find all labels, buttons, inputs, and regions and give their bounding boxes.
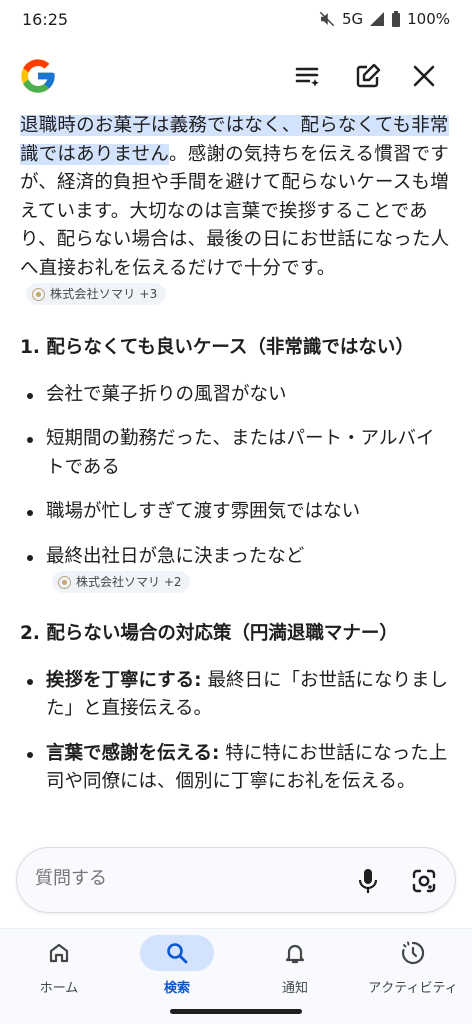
gesture-home-indicator[interactable] <box>170 1009 302 1014</box>
list-item-bold: 言葉で感謝を伝える: <box>46 742 220 764</box>
section1-title: 1. 配らなくても良いケース（非常識ではない） <box>20 337 414 358</box>
battery-label: 100% <box>407 10 450 28</box>
edit-icon <box>356 63 381 88</box>
microphone-icon <box>358 869 378 893</box>
status-icons: 5G 100% <box>318 10 450 28</box>
nav-pill <box>22 935 96 971</box>
network-label: 5G <box>341 10 364 28</box>
section2-title: 2. 配らない場合の対応策（円満退職マナー） <box>20 623 398 644</box>
signal-icon <box>370 12 385 26</box>
mute-icon <box>319 11 335 27</box>
nav-label: 通知 <box>281 981 308 996</box>
nav-item-activity[interactable]: アクティビティ <box>354 929 472 1024</box>
status-bar: 16:25 5G 100% <box>0 0 472 40</box>
list-item: 最終出社日が急に決まったなど株式会社ソマリ +2 <box>20 543 318 601</box>
nav-pill-active <box>140 935 214 971</box>
intro-paragraph: 退職時のお菓子は義務ではなく、配らなくても非常識ではありません。感謝の気持ちを伝… <box>20 112 450 312</box>
section2-list: 挨拶を丁寧にする: 最終日に「お世話になりました」と直接伝える。 言葉で感謝を伝… <box>20 667 450 797</box>
home-icon <box>49 943 69 963</box>
source-logo-icon <box>32 287 45 301</box>
nav-item-home[interactable]: ホーム <box>0 929 118 1024</box>
nav-label: 検索 <box>163 981 190 996</box>
nav-label: アクティビティ <box>368 981 458 996</box>
list-item-text: 最終出社日が急に決まったなど <box>46 545 305 567</box>
list-item: 職場が忙しすぎて渡す雰囲気ではない <box>20 498 450 527</box>
source-chip[interactable]: 株式会社ソマリ +2 <box>52 571 190 593</box>
status-time: 16:25 <box>22 10 69 29</box>
source-chip-label: 株式会社ソマリ +2 <box>76 574 182 589</box>
section1-list: 会社で菓子折りの風習がない 短期間の勤務だった、またはパート・アルバイトである … <box>20 381 450 601</box>
filter-list-icon <box>295 67 319 87</box>
list-item: 会社で菓子折りの風習がない <box>20 381 450 410</box>
ask-input[interactable] <box>35 868 335 889</box>
source-logo-icon <box>58 575 71 589</box>
google-g-logo[interactable] <box>18 56 58 96</box>
list-item: 短期間の勤務だった、またはパート・アルバイトである <box>20 425 450 482</box>
app-bar <box>0 48 472 104</box>
bell-icon <box>285 944 305 964</box>
list-item: 言葉で感謝を伝える: 特に特にお世話になった上司や同僚には、個別に丁寧にお礼を伝… <box>20 740 450 797</box>
close-button[interactable] <box>406 58 442 94</box>
list-item-bold: 挨拶を丁寧にする: <box>46 669 202 691</box>
nav-pill <box>376 935 450 971</box>
search-icon <box>167 943 188 964</box>
battery-icon <box>392 10 401 27</box>
lens-camera-icon <box>412 869 436 893</box>
lens-button[interactable] <box>407 864 441 898</box>
ask-bar <box>16 847 456 913</box>
nav-pill <box>258 935 332 971</box>
answer-content: 退職時のお菓子は義務ではなく、配らなくても非常識ではありません。感謝の気持ちを伝… <box>20 112 450 797</box>
nav-label: ホーム <box>39 981 79 996</box>
filter-list-button[interactable] <box>290 58 326 94</box>
list-item: 挨拶を丁寧にする: 最終日に「お世話になりました」と直接伝える。 <box>20 667 450 724</box>
source-chip[interactable]: 株式会社ソマリ +3 <box>26 283 166 305</box>
source-chip-label: 株式会社ソマリ +3 <box>50 286 158 301</box>
voice-search-button[interactable] <box>351 864 385 898</box>
edit-button[interactable] <box>350 58 386 94</box>
activity-icon <box>401 941 425 965</box>
close-icon <box>413 65 435 87</box>
